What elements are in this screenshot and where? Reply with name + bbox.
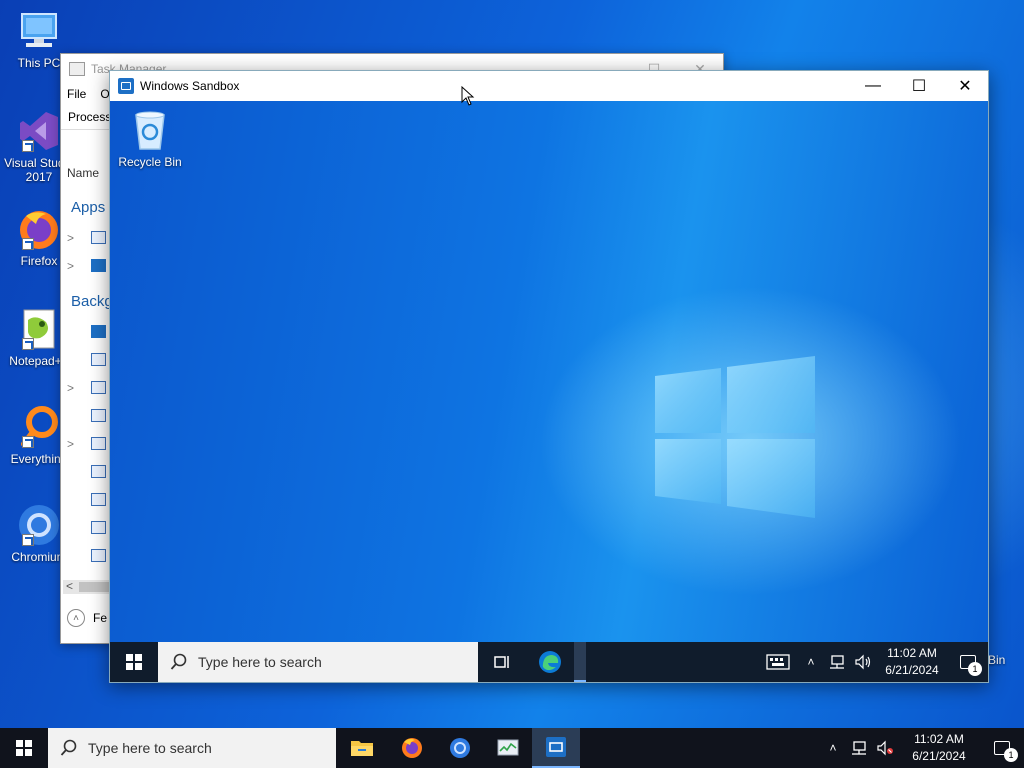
windows-sandbox-icon: [91, 325, 106, 338]
windows-sandbox-icon: [91, 259, 106, 272]
edge-taskbar-button[interactable]: [526, 642, 574, 682]
desktop-icon-label: Chromium: [11, 550, 67, 564]
chevron-right-icon[interactable]: >: [67, 437, 74, 451]
search-input[interactable]: Type here to search: [158, 642, 478, 682]
search-placeholder: Type here to search: [88, 740, 212, 756]
start-button[interactable]: [0, 728, 48, 768]
chevron-right-icon[interactable]: >: [67, 381, 74, 395]
windows-sandbox-taskbar-button[interactable]: [532, 728, 580, 768]
notification-center-button[interactable]: 1: [948, 642, 988, 682]
search-input[interactable]: Type here to search: [48, 728, 336, 768]
notification-count: 1: [968, 662, 982, 676]
process-icon: [91, 465, 106, 478]
close-button[interactable]: ✕: [942, 71, 988, 101]
firefox-taskbar-button[interactable]: [388, 728, 436, 768]
host-taskbar: Type here to search ˄ 11:02 AM 6/21/2024…: [0, 728, 1024, 768]
network-icon[interactable]: [846, 740, 872, 756]
section-background-processes: Backg: [71, 293, 113, 310]
edge-icon: [539, 651, 561, 673]
keyboard-icon[interactable]: [758, 654, 798, 670]
maximize-button[interactable]: ☐: [896, 71, 942, 101]
notification-count: 1: [1004, 748, 1018, 762]
desktop-icon-recycle-bin[interactable]: Recycle Bin: [118, 109, 182, 169]
chevron-right-icon[interactable]: >: [67, 231, 74, 245]
desktop-icon-label-partial: Bin: [988, 653, 1006, 667]
chromium-icon: [16, 502, 62, 548]
firefox-icon: [402, 738, 422, 758]
task-manager-icon: [69, 62, 85, 76]
windows-sandbox-window[interactable]: Windows Sandbox — ☐ ✕ Recycle Bin Type h…: [109, 70, 989, 683]
chevron-left-icon[interactable]: <: [66, 579, 73, 593]
section-apps: Apps: [71, 199, 106, 216]
volume-icon[interactable]: [850, 654, 876, 670]
task-manager-taskbar-button[interactable]: [484, 728, 532, 768]
process-icon: [91, 521, 106, 534]
column-header-name[interactable]: Name: [67, 166, 99, 180]
menu-file[interactable]: File: [67, 87, 86, 101]
sandbox-taskbar: Type here to search ˄ 11:02 AM 6/21/2024…: [110, 642, 988, 682]
file-explorer-icon: [351, 741, 373, 756]
everything-icon: [16, 404, 62, 450]
search-icon: [60, 739, 77, 756]
taskbar-clock[interactable]: 11:02 AM 6/21/2024: [898, 731, 980, 765]
search-placeholder: Type here to search: [198, 654, 322, 670]
windows-start-icon: [126, 654, 142, 670]
visual-studio-icon: [16, 108, 62, 154]
taskbar-clock[interactable]: 11:02 AM 6/21/2024: [876, 645, 948, 679]
mouse-cursor-icon: [461, 86, 475, 106]
desktop-icon-label: Everything: [10, 452, 68, 466]
file-explorer-button[interactable]: [336, 728, 388, 768]
sandbox-title: Windows Sandbox: [140, 79, 240, 93]
search-icon: [170, 653, 187, 670]
clock-date: 6/21/2024: [912, 749, 966, 763]
desktop-icon-label: This PC: [17, 56, 61, 70]
chromium-icon: [450, 738, 470, 758]
task-view-button[interactable]: [478, 642, 526, 682]
chevron-up-icon[interactable]: ˄: [820, 741, 846, 755]
computer-icon: [16, 8, 62, 54]
system-tray: ˄ 11:02 AM 6/21/2024 1: [758, 642, 988, 682]
tab-processes[interactable]: Process: [68, 110, 111, 124]
firefox-icon: [16, 206, 62, 252]
windows-sandbox-icon: [546, 737, 566, 757]
process-icon: [91, 409, 106, 422]
fewer-details-label: Fe: [93, 611, 108, 625]
fewer-details-button[interactable]: ˄ Fe: [67, 609, 107, 627]
windows-logo-icon: [655, 356, 815, 518]
windows-start-icon: [16, 740, 32, 756]
process-icon: [91, 493, 106, 506]
task-view-icon: [494, 656, 509, 668]
network-icon[interactable]: [824, 654, 850, 670]
task-manager-icon: [91, 231, 106, 244]
process-icon: [91, 353, 106, 366]
process-icon: [91, 381, 106, 394]
recycle-bin-label: Recycle Bin: [118, 155, 182, 169]
recycle-bin-icon: [132, 109, 168, 151]
chromium-taskbar-button[interactable]: [436, 728, 484, 768]
chevron-up-icon[interactable]: ˄: [798, 655, 824, 669]
notepadpp-icon: [16, 306, 62, 352]
desktop-icon-label: Firefox: [20, 254, 58, 268]
sandbox-desktop[interactable]: Recycle Bin: [110, 101, 988, 642]
chevron-right-icon[interactable]: >: [67, 259, 74, 273]
windows-sandbox-icon: [118, 78, 134, 94]
clock-time: 11:02 AM: [914, 732, 964, 746]
taskbar-spacer: [574, 642, 586, 682]
volume-muted-icon[interactable]: [872, 740, 898, 756]
process-icon: [91, 549, 106, 562]
notification-center-button[interactable]: 1: [980, 728, 1024, 768]
clock-time: 11:02 AM: [887, 646, 937, 660]
system-tray: ˄ 11:02 AM 6/21/2024 1: [820, 728, 1024, 768]
clock-date: 6/21/2024: [885, 663, 939, 677]
minimize-button[interactable]: —: [850, 71, 896, 101]
start-button[interactable]: [110, 642, 158, 682]
chevron-up-icon: ˄: [67, 609, 85, 627]
task-manager-icon: [497, 739, 519, 756]
process-icon: [91, 437, 106, 450]
